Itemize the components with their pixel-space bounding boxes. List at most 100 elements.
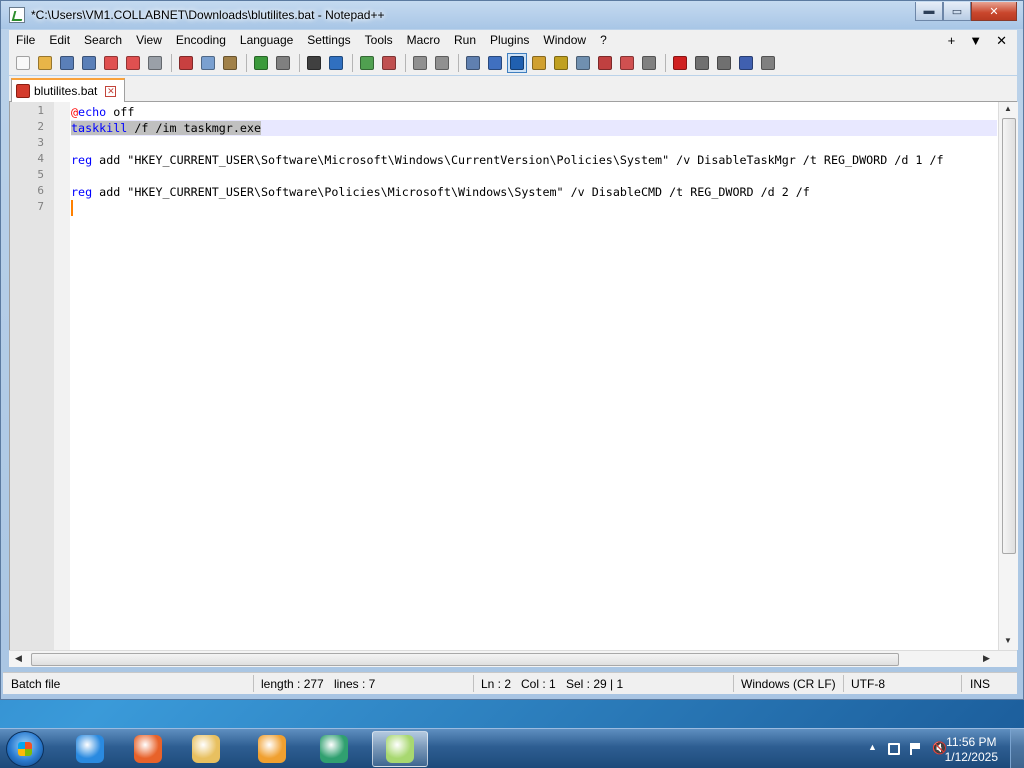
media-center-taskbar-button[interactable] <box>306 731 362 767</box>
menu-view[interactable]: View <box>129 30 169 51</box>
scroll-left-arrow-icon[interactable]: ◀ <box>15 653 22 664</box>
code-line[interactable]: @echo off <box>71 104 134 120</box>
status-ln: Ln : 2 <box>481 677 512 691</box>
indent-guide-button[interactable] <box>507 53 527 73</box>
firefox-taskbar-button[interactable] <box>120 731 176 767</box>
open-file-button[interactable] <box>35 53 55 73</box>
menu-run[interactable]: Run <box>447 30 483 51</box>
menu-macro[interactable]: Macro <box>400 30 447 51</box>
record-macro-button[interactable] <box>670 53 690 73</box>
volume-muted-icon[interactable]: 🔇 <box>932 741 947 755</box>
selected-text: taskkill /f /im taskmgr.exe <box>71 121 261 135</box>
line-text: @echo off <box>71 105 134 119</box>
status-insert-mode[interactable]: INS <box>970 677 990 691</box>
menu-help[interactable]: ? <box>593 30 614 51</box>
monitor-button[interactable] <box>639 53 659 73</box>
undo-button[interactable] <box>251 53 271 73</box>
save-button[interactable] <box>57 53 77 73</box>
sync-vertical-icon <box>413 56 427 70</box>
code-area[interactable]: @echo off taskkill /f /im taskmgr.exe reg … <box>71 102 997 650</box>
code-line[interactable]: reg add "HKEY_CURRENT_USER\Software\Poli… <box>71 184 810 200</box>
udl-button[interactable] <box>529 53 549 73</box>
sync-vertical-button[interactable] <box>410 53 430 73</box>
word-wrap-button[interactable] <box>463 53 483 73</box>
minimize-button[interactable]: ▬ <box>915 2 943 21</box>
action-center-flag-icon[interactable] <box>910 743 920 755</box>
folder-workspace-button[interactable] <box>595 53 615 73</box>
copy-button[interactable] <box>198 53 218 73</box>
clock[interactable]: 11:56 PM 1/12/2025 <box>945 735 998 765</box>
new-file-button[interactable] <box>13 53 33 73</box>
start-button[interactable] <box>6 731 44 767</box>
redo-button[interactable] <box>273 53 293 73</box>
vertical-scrollbar[interactable]: ▲ ▼ <box>998 102 1018 650</box>
doc-map-button[interactable] <box>551 53 571 73</box>
code-line[interactable]: taskkill /f /im taskmgr.exe <box>71 120 261 136</box>
editor-pane[interactable]: 1 2 3 4 5 6 7 @echo off taskkill /f /im taskmgr… <box>9 102 1018 650</box>
status-eol[interactable]: Windows (CR LF) <box>741 677 836 691</box>
toolbar-separator <box>405 54 406 72</box>
folder-button[interactable] <box>617 53 637 73</box>
menu-search[interactable]: Search <box>77 30 129 51</box>
close-doc-button[interactable]: ✕ <box>996 30 1007 51</box>
horizontal-scroll-thumb[interactable] <box>31 653 899 666</box>
close-all-button[interactable] <box>123 53 143 73</box>
zoom-in-icon <box>360 56 374 70</box>
clock-date: 1/12/2025 <box>944 750 998 764</box>
run-macro-multiple-button[interactable] <box>736 53 756 73</box>
close-button[interactable] <box>101 53 121 73</box>
find-button[interactable] <box>304 53 324 73</box>
code-token: add "HKEY_CURRENT_USER\Software\Microsof… <box>92 153 944 167</box>
line-number: 5 <box>37 168 44 181</box>
network-icon[interactable] <box>888 743 900 755</box>
new-tab-plus-button[interactable]: + <box>948 30 956 51</box>
code-token: /f /im taskmgr.exe <box>127 121 261 135</box>
play-macro-button[interactable] <box>714 53 734 73</box>
internet-explorer-taskbar-button[interactable] <box>62 731 118 767</box>
horizontal-scrollbar[interactable]: ◀ ▶ <box>9 650 1017 667</box>
menu-encoding[interactable]: Encoding <box>169 30 233 51</box>
paste-button[interactable] <box>220 53 240 73</box>
zoom-out-icon <box>382 56 396 70</box>
menu-settings[interactable]: Settings <box>300 30 357 51</box>
menu-window[interactable]: Window <box>536 30 593 51</box>
notepadpp-taskbar-button[interactable] <box>372 731 428 767</box>
replace-button[interactable] <box>326 53 346 73</box>
save-macro-button[interactable] <box>758 53 778 73</box>
scroll-right-arrow-icon[interactable]: ▶ <box>983 653 990 664</box>
menu-language[interactable]: Language <box>233 30 300 51</box>
fold-margin[interactable] <box>54 102 70 650</box>
file-explorer-taskbar-button[interactable] <box>178 731 234 767</box>
show-hidden-icons-icon[interactable]: ▲ <box>868 742 880 754</box>
zoom-in-button[interactable] <box>357 53 377 73</box>
print-button[interactable] <box>145 53 165 73</box>
close-window-button[interactable]: ✕ <box>971 2 1017 21</box>
tab-list-dropdown-button[interactable]: ▼ <box>969 30 982 51</box>
show-all-chars-button[interactable] <box>485 53 505 73</box>
vertical-scroll-thumb[interactable] <box>1002 118 1016 554</box>
status-bar: Batch file length : 277 lines : 7 Ln : 2… <box>3 672 1017 694</box>
menu-plugins[interactable]: Plugins <box>483 30 536 51</box>
function-list-button[interactable] <box>573 53 593 73</box>
menu-edit[interactable]: Edit <box>42 30 77 51</box>
media-player-taskbar-button[interactable] <box>244 731 300 767</box>
status-encoding[interactable]: UTF-8 <box>851 677 885 691</box>
show-desktop-button[interactable] <box>1010 729 1024 768</box>
tab-close-icon[interactable]: ✕ <box>105 85 117 97</box>
code-line[interactable]: reg add "HKEY_CURRENT_USER\Software\Micr… <box>71 152 944 168</box>
cut-button[interactable] <box>176 53 196 73</box>
title-bar[interactable]: *C:\Users\VM1.COLLABNET\Downloads\blutil… <box>1 1 1023 29</box>
scroll-down-arrow-icon[interactable]: ▼ <box>1004 636 1012 645</box>
file-explorer-icon <box>192 735 220 763</box>
menu-file[interactable]: File <box>9 30 42 51</box>
save-all-button[interactable] <box>79 53 99 73</box>
zoom-out-button[interactable] <box>379 53 399 73</box>
maximize-button[interactable]: ▭ <box>943 2 971 21</box>
stop-macro-button[interactable] <box>692 53 712 73</box>
folder-icon <box>620 56 634 70</box>
scroll-up-arrow-icon[interactable]: ▲ <box>1004 104 1012 113</box>
line-text: reg add "HKEY_CURRENT_USER\Software\Micr… <box>71 153 944 167</box>
tab-blutilites[interactable]: blutilites.bat ✕ <box>11 78 125 102</box>
sync-horizontal-button[interactable] <box>432 53 452 73</box>
menu-tools[interactable]: Tools <box>358 30 400 51</box>
